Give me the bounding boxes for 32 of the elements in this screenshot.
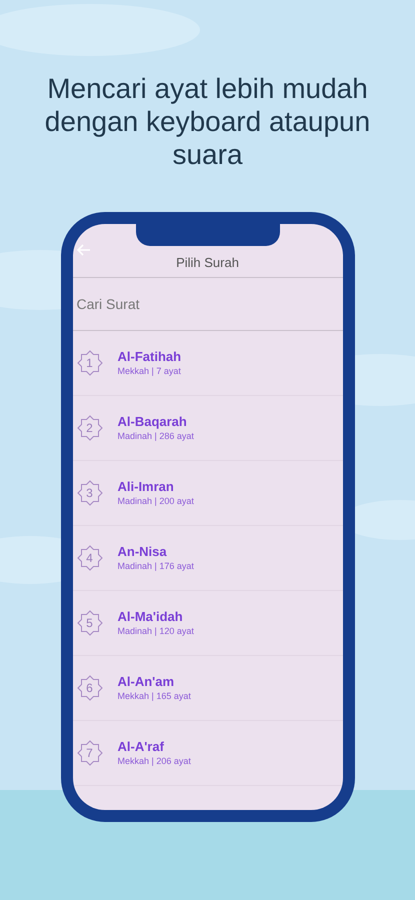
surah-number-badge: 7 bbox=[76, 740, 102, 766]
surah-info: Madinah | 176 ayat bbox=[118, 560, 194, 573]
surah-row[interactable]: 4 An-Nisa Madinah | 176 ayat bbox=[72, 526, 342, 591]
surah-row[interactable]: 5 Al-Ma'idah Madinah | 120 ayat bbox=[72, 591, 342, 656]
surah-row[interactable]: 1 Al-Fatihah Mekkah | 7 ayat bbox=[72, 331, 342, 396]
surah-number-badge: 5 bbox=[76, 610, 102, 636]
search-field[interactable]: Cari Surat bbox=[72, 278, 342, 331]
surah-number-badge: 6 bbox=[76, 675, 102, 701]
surah-name: Al-Fatihah bbox=[118, 348, 182, 365]
surah-row[interactable]: 3 Ali-Imran Madinah | 200 ayat bbox=[72, 461, 342, 526]
surah-info: Madinah | 200 ayat bbox=[118, 495, 194, 508]
surah-info: Mekkah | 165 ayat bbox=[118, 690, 191, 703]
surah-name: Al-Baqarah bbox=[118, 413, 188, 430]
surah-name: An-Nisa bbox=[118, 543, 168, 560]
surah-number-badge: 1 bbox=[76, 350, 102, 376]
surah-row[interactable]: 7 Al-A'raf Mekkah | 206 ayat bbox=[72, 721, 342, 786]
surah-row[interactable]: 6 Al-An'am Mekkah | 165 ayat bbox=[72, 656, 342, 721]
surah-info: Madinah | 286 ayat bbox=[118, 430, 194, 443]
headline: Mencari ayat lebih mudah dengan keyboard ataupun suara bbox=[44, 72, 372, 171]
back-arrow-icon[interactable] bbox=[76, 244, 90, 256]
screen-title: Pilih Surah bbox=[176, 254, 239, 272]
surah-info: Madinah | 120 ayat bbox=[118, 625, 194, 638]
surah-name: Ali-Imran bbox=[118, 478, 175, 495]
surah-row[interactable]: 2 Al-Baqarah Madinah | 286 ayat bbox=[72, 396, 342, 461]
surah-name: Al-Ma'idah bbox=[118, 608, 184, 625]
surah-number-badge: 3 bbox=[76, 480, 102, 506]
surah-name: Al-A'raf bbox=[118, 738, 165, 755]
surah-info: Mekkah | 7 ayat bbox=[118, 365, 182, 378]
surah-number-badge: 2 bbox=[76, 415, 102, 441]
surah-name: Al-An'am bbox=[118, 673, 176, 690]
surah-number-badge: 4 bbox=[76, 545, 102, 571]
surah-info: Mekkah | 206 ayat bbox=[118, 755, 191, 768]
